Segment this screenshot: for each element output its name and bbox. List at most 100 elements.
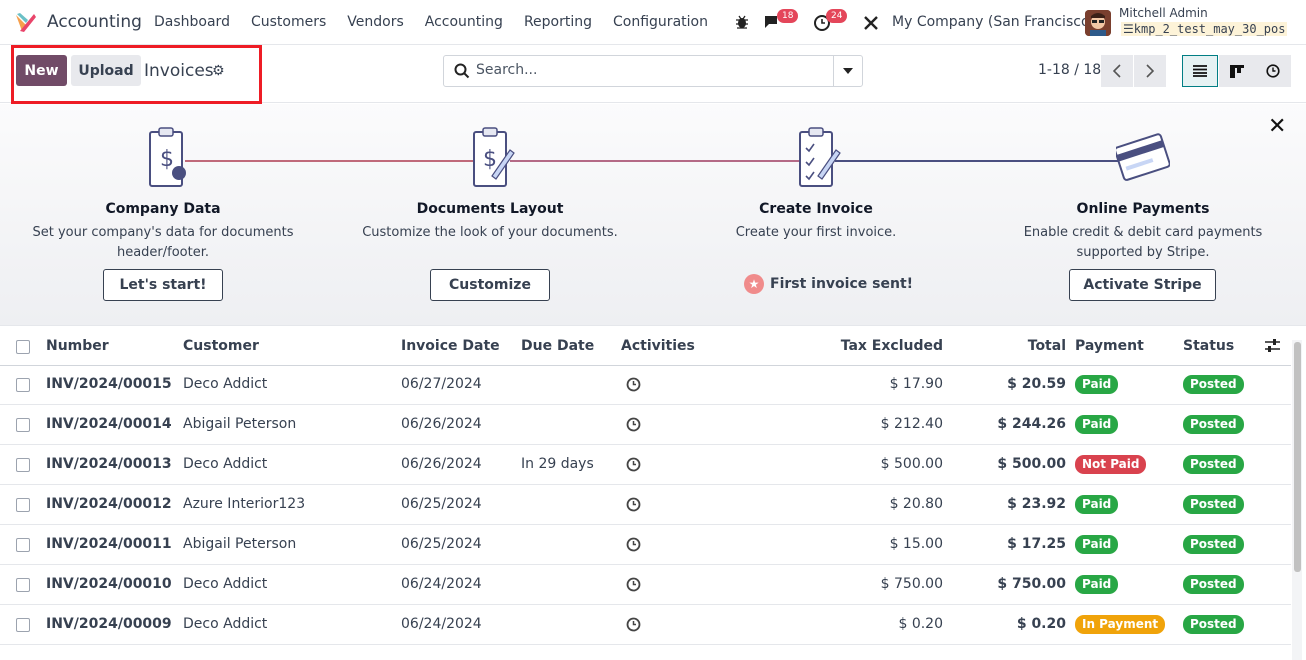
activity-clock-icon[interactable] bbox=[626, 577, 641, 592]
menu-reporting[interactable]: Reporting bbox=[524, 14, 592, 30]
step-title: Documents Layout bbox=[416, 201, 564, 217]
scrollbar-thumb[interactable] bbox=[1294, 342, 1301, 572]
invoice-date: 06/27/2024 bbox=[401, 376, 482, 392]
tools-icon[interactable] bbox=[863, 15, 879, 31]
select-all-checkbox[interactable] bbox=[16, 340, 30, 354]
activities-badge: 24 bbox=[826, 9, 848, 23]
menu-configuration[interactable]: Configuration bbox=[613, 14, 708, 30]
column-tax-excluded[interactable]: Tax Excluded bbox=[841, 338, 943, 354]
new-button[interactable]: New bbox=[16, 55, 67, 86]
total: $ 20.59 bbox=[1007, 376, 1066, 392]
main-menu: Dashboard Customers Vendors Accounting R… bbox=[154, 14, 729, 30]
breadcrumb: Invoices bbox=[144, 61, 214, 81]
row-checkbox[interactable] bbox=[16, 378, 30, 392]
column-invoice-date[interactable]: Invoice Date bbox=[401, 338, 500, 354]
step-description: Create your first invoice. bbox=[735, 225, 897, 240]
lets-start-button[interactable]: Let's start! bbox=[103, 269, 223, 301]
bug-icon[interactable] bbox=[735, 15, 749, 29]
table-row[interactable]: INV/2024/00011 Abigail Peterson 06/25/2024… bbox=[0, 525, 1291, 565]
status-badge: Posted bbox=[1183, 615, 1244, 634]
row-checkbox[interactable] bbox=[16, 498, 30, 512]
customize-button[interactable]: Customize bbox=[430, 269, 550, 301]
activate-stripe-button[interactable]: Activate Stripe bbox=[1069, 269, 1216, 301]
step-title: Company Data bbox=[105, 201, 221, 217]
row-checkbox[interactable] bbox=[16, 618, 30, 632]
activity-clock-icon[interactable] bbox=[626, 417, 641, 432]
tax-excluded: $ 500.00 bbox=[880, 456, 943, 472]
search-bar bbox=[443, 55, 863, 87]
search-input[interactable] bbox=[476, 62, 836, 78]
step-title: Online Payments bbox=[1076, 201, 1210, 217]
chevron-left-icon bbox=[1113, 64, 1121, 78]
column-number[interactable]: Number bbox=[46, 338, 109, 354]
tax-excluded: $ 0.20 bbox=[898, 616, 943, 632]
customer-name: Deco Addict bbox=[183, 456, 268, 472]
customer-name: Deco Addict bbox=[183, 376, 268, 392]
column-status[interactable]: Status bbox=[1183, 338, 1234, 354]
invoice-date: 06/26/2024 bbox=[401, 416, 482, 432]
table-row[interactable]: INV/2024/00014 Abigail Peterson 06/26/2024… bbox=[0, 405, 1291, 445]
menu-dashboard[interactable]: Dashboard bbox=[154, 14, 230, 30]
messages-tray[interactable]: 18 bbox=[763, 9, 799, 34]
column-due-date[interactable]: Due Date bbox=[521, 338, 594, 354]
column-settings-icon[interactable] bbox=[1265, 339, 1280, 353]
control-panel: New Upload Invoices ⚙ 1-18 / 18 bbox=[0, 45, 1306, 104]
column-activities[interactable]: Activities bbox=[621, 338, 695, 354]
invoice-list: Number Customer Invoice Date Due Date Ac… bbox=[0, 326, 1291, 660]
database-label: kmp_2_test_may_30_pos bbox=[1133, 22, 1286, 36]
activity-view-button[interactable] bbox=[1255, 55, 1291, 87]
app-name[interactable]: Accounting bbox=[47, 12, 142, 32]
invoice-number: INV/2024/00012 bbox=[46, 496, 172, 512]
invoice-date: 06/24/2024 bbox=[401, 576, 482, 592]
table-row[interactable]: INV/2024/00010 Deco Addict 06/24/2024 $ 750… bbox=[0, 565, 1291, 605]
activities-tray[interactable]: 24 bbox=[814, 9, 848, 35]
step-description: Customize the look of your documents. bbox=[362, 225, 618, 240]
row-checkbox[interactable] bbox=[16, 538, 30, 552]
table-row[interactable]: INV/2024/00015 Deco Addict 06/27/2024 $ 17.… bbox=[0, 365, 1291, 405]
upload-button[interactable]: Upload bbox=[71, 55, 141, 86]
list-view-button[interactable] bbox=[1182, 55, 1218, 87]
pager-previous-button[interactable] bbox=[1101, 55, 1133, 87]
menu-accounting[interactable]: Accounting bbox=[425, 14, 503, 30]
user-name[interactable]: Mitchell Admin bbox=[1119, 6, 1208, 20]
activity-clock-icon[interactable] bbox=[626, 617, 641, 632]
document-dollar-icon: $ bbox=[149, 127, 186, 187]
menu-customers[interactable]: Customers bbox=[251, 14, 326, 30]
avatar[interactable] bbox=[1085, 10, 1111, 36]
tax-excluded: $ 15.00 bbox=[889, 536, 943, 552]
checklist-icon bbox=[799, 127, 841, 187]
column-customer[interactable]: Customer bbox=[183, 338, 259, 354]
activity-clock-icon[interactable] bbox=[626, 537, 641, 552]
pager-next-button[interactable] bbox=[1134, 55, 1166, 87]
pager-value[interactable]: 1-18 / 18 bbox=[1038, 62, 1101, 78]
payment-badge: Paid bbox=[1075, 375, 1119, 394]
table-row[interactable]: INV/2024/00012 Azure Interior123 06/25/202… bbox=[0, 485, 1291, 525]
activity-clock-icon[interactable] bbox=[626, 457, 641, 472]
activity-clock-icon[interactable] bbox=[626, 497, 641, 512]
search-options-toggle[interactable] bbox=[833, 56, 862, 86]
gear-icon[interactable]: ⚙ bbox=[212, 63, 225, 79]
row-checkbox[interactable] bbox=[16, 458, 30, 472]
total: $ 244.26 bbox=[997, 416, 1066, 432]
total: $ 750.00 bbox=[997, 576, 1066, 592]
company-switcher[interactable]: My Company (San Francisco) bbox=[892, 14, 1095, 30]
invoice-date: 06/26/2024 bbox=[401, 456, 482, 472]
column-total[interactable]: Total bbox=[1028, 338, 1066, 354]
row-checkbox[interactable] bbox=[16, 578, 30, 592]
row-checkbox[interactable] bbox=[16, 418, 30, 432]
search-icon bbox=[454, 63, 470, 79]
kanban-view-button[interactable] bbox=[1219, 55, 1255, 87]
table-row[interactable]: INV/2024/00013 Deco Addict 06/26/2024 In 29… bbox=[0, 445, 1291, 485]
status-badge: Posted bbox=[1183, 375, 1244, 394]
column-payment[interactable]: Payment bbox=[1075, 338, 1144, 354]
table-row[interactable]: INV/2024/00009 Deco Addict 06/24/2024 $ 0.2… bbox=[0, 605, 1291, 645]
activity-clock-icon[interactable] bbox=[626, 377, 641, 392]
chevron-right-icon bbox=[1146, 64, 1154, 78]
step-create-invoice: Create Invoice Create your first invoice… bbox=[666, 104, 966, 326]
customer-name: Abigail Peterson bbox=[183, 536, 297, 552]
accounting-app-icon[interactable] bbox=[14, 11, 38, 35]
top-navbar: Accounting Dashboard Customers Vendors A… bbox=[0, 0, 1306, 45]
payment-badge: Paid bbox=[1075, 495, 1119, 514]
menu-vendors[interactable]: Vendors bbox=[347, 14, 403, 30]
tax-excluded: $ 20.80 bbox=[889, 496, 943, 512]
